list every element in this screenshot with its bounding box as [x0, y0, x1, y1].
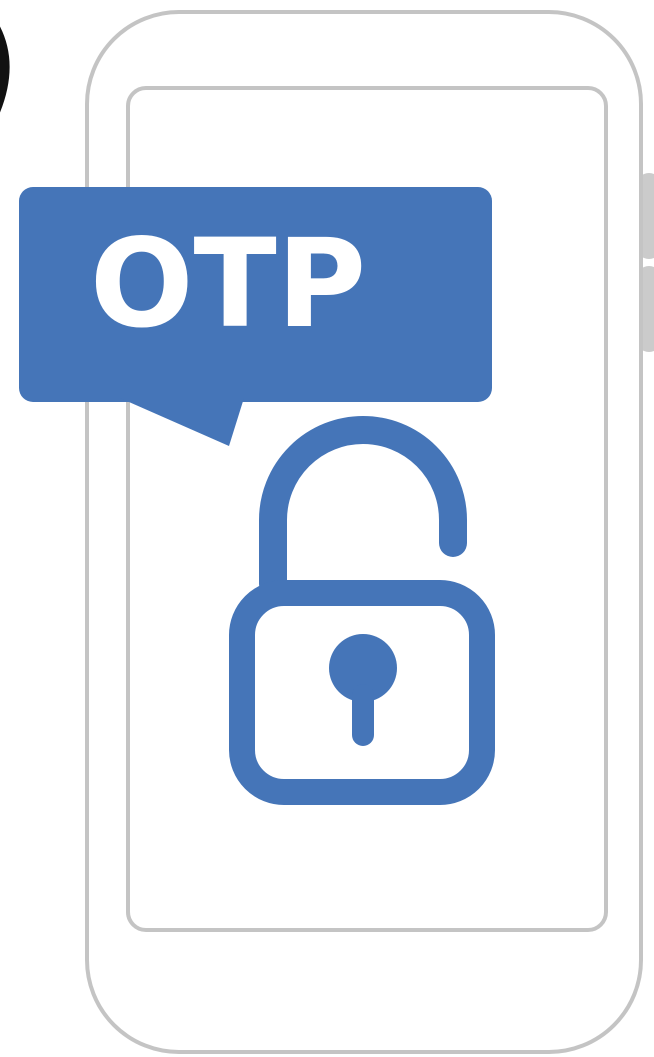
keyhole-slot [352, 684, 374, 746]
otp-illustration: OTP [0, 0, 654, 1057]
otp-label: OTP [90, 213, 366, 355]
smartphone-outline-icon [85, 10, 654, 1054]
edge-fragment [0, 26, 10, 113]
illustration-canvas: OTP [0, 10, 654, 1054]
